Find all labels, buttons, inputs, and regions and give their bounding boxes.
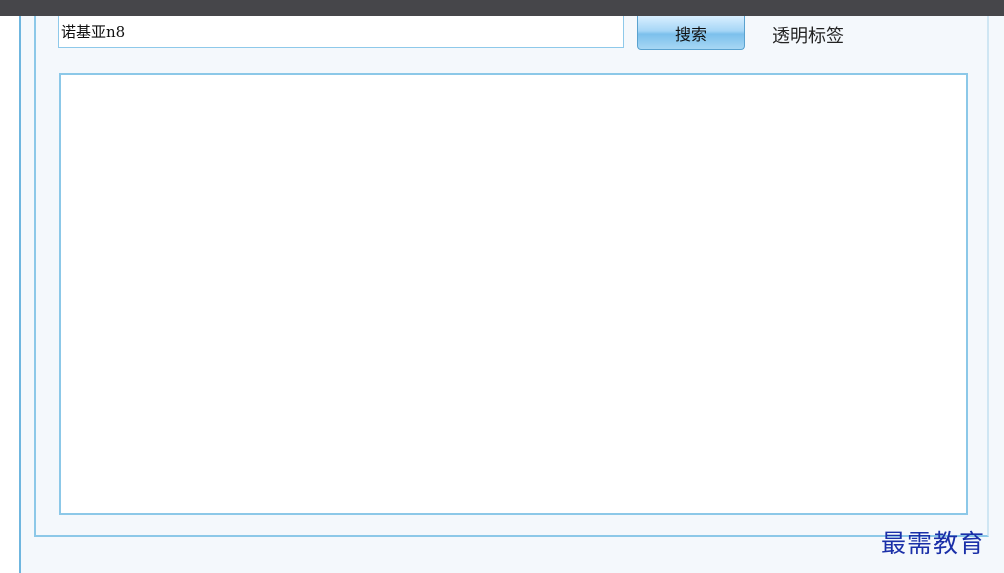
- window-title-bar: [0, 0, 1004, 16]
- search-button[interactable]: 搜索: [637, 16, 745, 50]
- results-area[interactable]: [59, 73, 968, 515]
- watermark-text: 最需教育: [881, 529, 986, 558]
- search-input[interactable]: [58, 16, 624, 48]
- transparent-tag-label: 透明标签: [772, 26, 844, 47]
